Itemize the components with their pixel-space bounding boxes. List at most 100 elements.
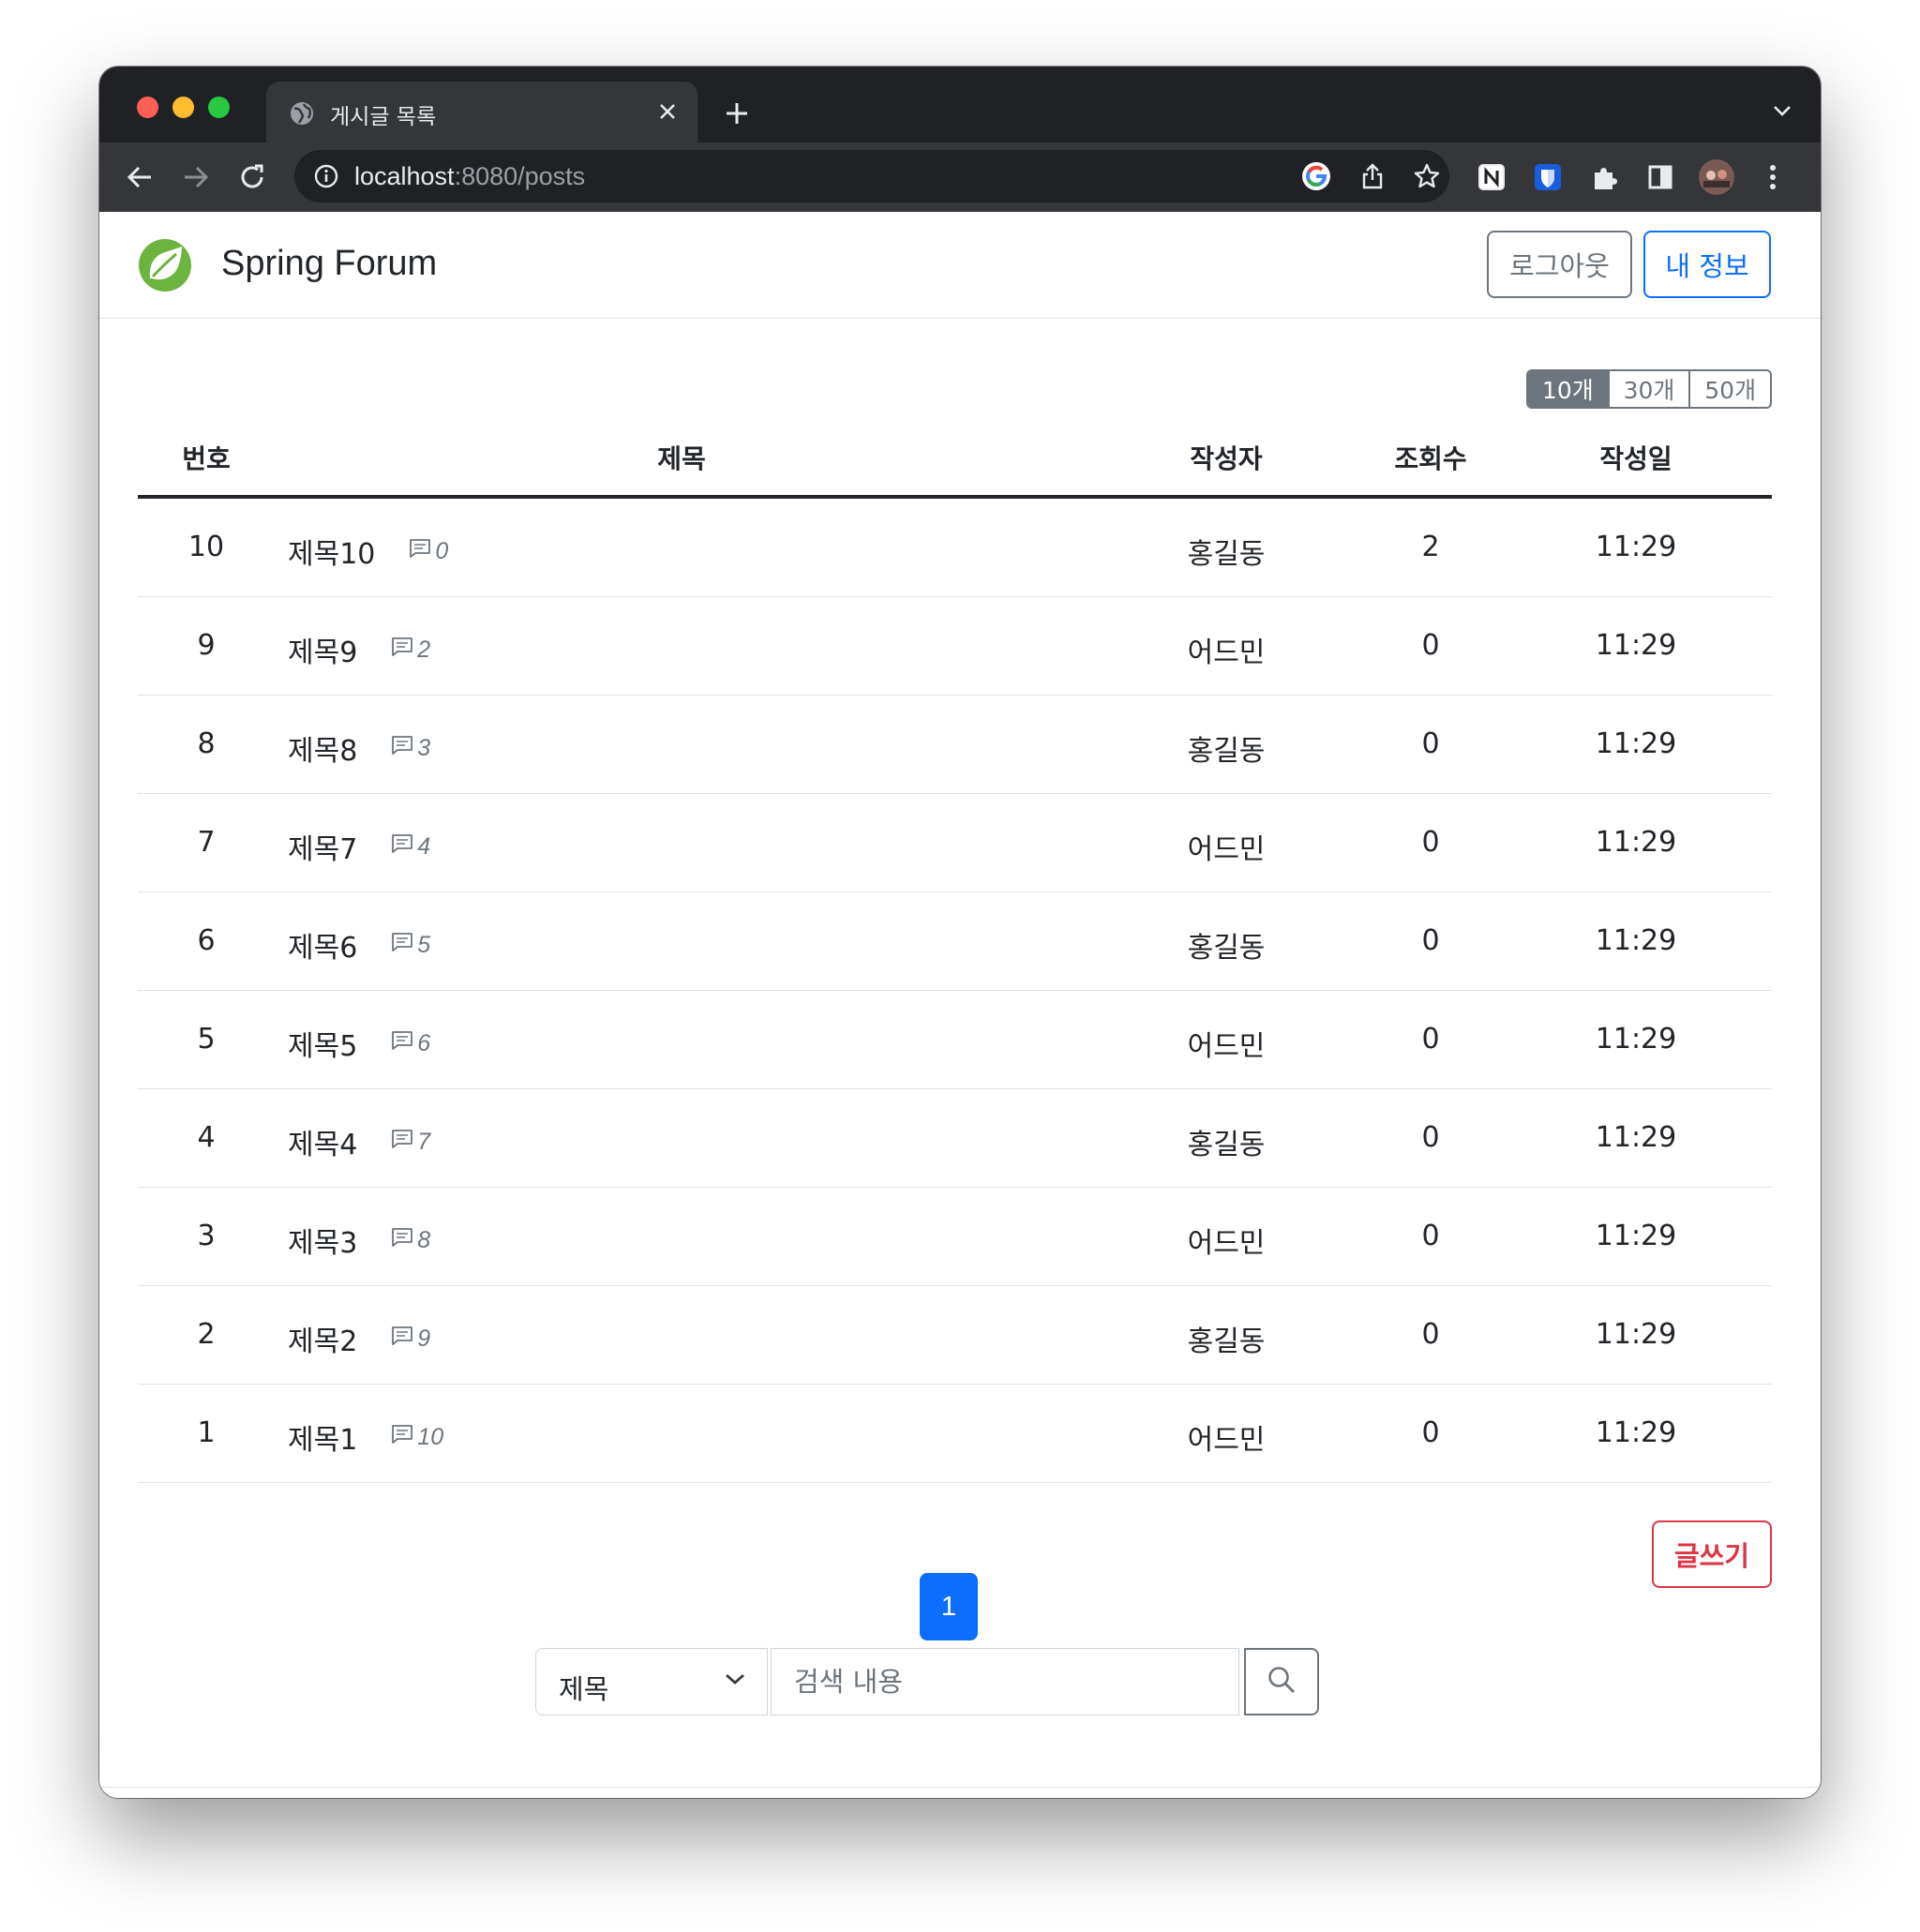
table-row: 9 제목9 2 어드민 0 11:29 (138, 597, 1772, 696)
minimize-window-button[interactable] (172, 97, 194, 118)
comment-count-badge: 9 (391, 1325, 430, 1353)
post-views: 2 (1421, 531, 1440, 563)
post-title-cell: 제목10 0 (288, 531, 448, 572)
site-info-icon[interactable] (313, 163, 339, 189)
post-number: 3 (197, 1220, 216, 1252)
brand-name[interactable]: Spring Forum (221, 244, 437, 284)
post-author: 어드민 (1187, 1424, 1266, 1457)
post-title-link[interactable]: 제목9 (288, 629, 357, 670)
post-title-link[interactable]: 제목2 (288, 1318, 357, 1359)
my-info-button[interactable]: 내 정보 (1643, 231, 1771, 298)
url-host: localhost (354, 162, 455, 190)
close-window-button[interactable] (137, 97, 158, 118)
chat-left-text-icon (409, 538, 435, 565)
profile-avatar-icon[interactable] (1697, 157, 1736, 197)
google-icon[interactable] (1299, 159, 1333, 193)
chat-left-text-icon (391, 1227, 417, 1254)
post-date: 11:29 (1595, 1318, 1677, 1351)
page-size-30-button[interactable]: 30개 (1607, 371, 1689, 407)
post-number: 10 (188, 531, 225, 563)
comment-count: 7 (417, 1128, 431, 1155)
post-title-link[interactable]: 제목6 (288, 924, 357, 966)
bitwarden-extension-icon[interactable] (1528, 157, 1568, 197)
table-row: 5 제목5 6 어드민 0 11:29 (138, 991, 1772, 1089)
post-views: 0 (1421, 1416, 1440, 1449)
table-row: 6 제목6 5 홍길동 0 11:29 (138, 892, 1772, 991)
globe-icon (289, 100, 315, 127)
post-title-cell: 제목5 6 (288, 1023, 430, 1064)
comment-count-badge: 6 (391, 1030, 430, 1057)
table-row: 8 제목8 3 홍길동 0 11:29 (138, 696, 1772, 794)
back-arrow-icon[interactable] (120, 157, 159, 197)
spring-leaf-logo-icon[interactable] (137, 237, 193, 293)
logout-button[interactable]: 로그아웃 (1487, 231, 1632, 298)
post-title-cell: 제목1 10 (288, 1416, 443, 1458)
comment-count-badge: 0 (409, 538, 448, 565)
bookmark-star-icon[interactable] (1410, 159, 1444, 193)
page-size-50-button[interactable]: 50개 (1688, 371, 1770, 407)
reload-icon[interactable] (232, 157, 272, 197)
search-icon (1267, 1665, 1297, 1700)
post-number: 8 (197, 727, 216, 760)
page-size-10-button[interactable]: 10개 (1528, 371, 1608, 407)
post-title-link[interactable]: 제목5 (288, 1023, 357, 1064)
header-title: 제목 (657, 443, 706, 474)
comment-count: 5 (417, 931, 431, 958)
browser-tab[interactable]: 게시글 목록 (266, 82, 698, 142)
post-views: 0 (1421, 1023, 1440, 1056)
browser-window: 게시글 목록 localhost:8080/posts Spring Forum… (99, 67, 1821, 1798)
post-title-link[interactable]: 제목4 (288, 1121, 357, 1162)
post-number: 6 (197, 924, 216, 957)
pagination-page-1[interactable]: 1 (920, 1573, 978, 1640)
new-tab-button[interactable] (718, 95, 756, 132)
share-icon[interactable] (1356, 159, 1389, 193)
search-input[interactable] (771, 1648, 1239, 1715)
address-bar[interactable]: localhost:8080/posts (294, 150, 1449, 202)
side-panel-icon[interactable] (1641, 157, 1680, 197)
post-author: 홍길동 (1187, 1325, 1266, 1358)
post-views: 0 (1421, 924, 1440, 957)
chevron-down-icon[interactable] (1768, 97, 1796, 125)
write-post-button[interactable]: 글쓰기 (1652, 1520, 1772, 1588)
post-title-link[interactable]: 제목1 (288, 1416, 357, 1458)
maximize-window-button[interactable] (208, 97, 230, 118)
post-title-cell: 제목3 8 (288, 1220, 430, 1261)
post-number: 1 (197, 1416, 216, 1449)
post-author: 홍길동 (1187, 1129, 1266, 1161)
forward-arrow-icon[interactable] (176, 157, 216, 197)
chevron-down-icon (724, 1671, 746, 1691)
more-vertical-icon[interactable] (1753, 157, 1792, 197)
post-title-link[interactable]: 제목10 (288, 531, 375, 572)
comment-count: 2 (417, 636, 431, 663)
page-content: Spring Forum 로그아웃 내 정보 10개 30개 50개 번호 제목… (99, 212, 1821, 1798)
puzzle-extensions-icon[interactable] (1584, 157, 1624, 197)
comment-count: 3 (417, 734, 431, 761)
post-title-cell: 제목4 7 (288, 1121, 430, 1162)
search-field-select[interactable]: 제목 (535, 1648, 768, 1715)
page-size-toggle: 10개 30개 50개 (1526, 369, 1772, 409)
post-views: 0 (1421, 1121, 1440, 1154)
post-views: 0 (1421, 1220, 1440, 1252)
footer-divider (99, 1787, 1821, 1788)
comment-count-badge: 3 (391, 735, 430, 762)
tab-close-icon[interactable] (651, 95, 684, 128)
comment-count: 10 (417, 1423, 444, 1450)
site-navbar: Spring Forum 로그아웃 내 정보 (99, 212, 1821, 319)
post-title-link[interactable]: 제목8 (288, 727, 357, 769)
post-date: 11:29 (1595, 1220, 1677, 1252)
post-title-cell: 제목9 2 (288, 629, 430, 670)
post-date: 11:29 (1595, 727, 1677, 760)
post-views: 0 (1421, 727, 1440, 760)
table-row: 7 제목7 4 어드민 0 11:29 (138, 794, 1772, 892)
table-row: 1 제목1 10 어드민 0 11:29 (138, 1385, 1772, 1483)
chat-left-text-icon (391, 932, 417, 959)
post-title-cell: 제목2 9 (288, 1318, 430, 1359)
post-title-link[interactable]: 제목7 (288, 826, 357, 867)
post-date: 11:29 (1595, 1121, 1677, 1154)
tab-title: 게시글 목록 (330, 105, 437, 129)
post-number: 2 (197, 1318, 216, 1351)
post-title-link[interactable]: 제목3 (288, 1220, 357, 1261)
table-row: 3 제목3 8 어드민 0 11:29 (138, 1188, 1772, 1286)
search-button[interactable] (1244, 1648, 1319, 1715)
notion-extension-icon[interactable] (1472, 157, 1511, 197)
